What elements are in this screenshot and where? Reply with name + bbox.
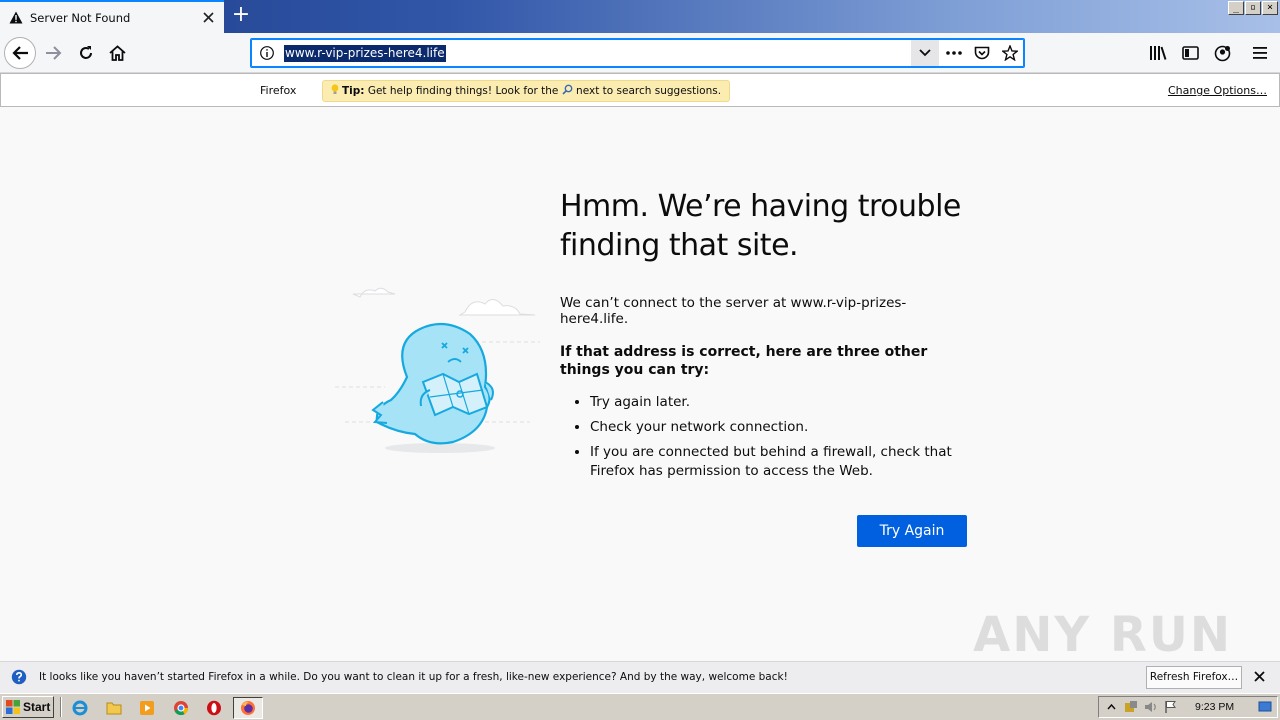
forward-arrow-icon <box>46 46 62 60</box>
notification-close-icon[interactable] <box>1250 668 1268 686</box>
back-arrow-icon <box>12 46 28 60</box>
refresh-firefox-button[interactable]: Refresh Firefox… <box>1146 666 1242 689</box>
error-description: We can’t connect to the server at www.r-… <box>560 295 907 327</box>
pocket-button[interactable] <box>970 43 994 63</box>
tab-server-not-found[interactable]: Server Not Found <box>0 0 224 33</box>
firefox-icon <box>241 701 255 715</box>
ie-icon <box>72 700 88 716</box>
opera-launch-button[interactable] <box>199 697 229 719</box>
anyrun-watermark: ANY RUN <box>973 607 1232 663</box>
network-flag-icon[interactable] <box>1163 699 1179 715</box>
url-bar[interactable]: www.r-vip-prizes-here4.life <box>250 38 1025 68</box>
search-engine-label[interactable]: Firefox <box>260 84 296 97</box>
list-item: Try again later. <box>590 393 970 412</box>
suggestions-list: Try again later. Check your network conn… <box>560 393 970 481</box>
error-illustration <box>335 282 540 460</box>
account-icon <box>1214 45 1230 61</box>
tab-title: Server Not Found <box>30 10 131 25</box>
firefox-taskbar-button[interactable] <box>233 697 263 719</box>
taskbar-separator <box>60 697 62 717</box>
volume-icon[interactable] <box>1143 699 1159 715</box>
back-button[interactable] <box>4 37 36 69</box>
list-item: If you are connected but behind a firewa… <box>590 443 970 481</box>
chrome-icon <box>174 701 189 716</box>
notification-message: It looks like you haven’t started Firefo… <box>39 671 788 683</box>
reload-icon <box>80 46 92 59</box>
library-button[interactable] <box>1146 41 1170 65</box>
url-text[interactable]: www.r-vip-prizes-here4.life <box>284 45 446 62</box>
home-button[interactable] <box>101 37 133 69</box>
bookmark-star-button[interactable] <box>998 43 1022 63</box>
system-tray: 9:23 PM <box>1098 696 1278 718</box>
tip-label: Tip: <box>342 85 365 97</box>
start-label: Start <box>23 700 51 714</box>
restore-button[interactable]: ▫ <box>1245 1 1261 15</box>
window-controls: _ ▫ × <box>1228 1 1278 15</box>
library-icon <box>1150 46 1167 60</box>
account-button[interactable] <box>1210 41 1234 65</box>
hamburger-menu-icon <box>1253 47 1267 59</box>
try-again-button[interactable]: Try Again <box>857 515 967 547</box>
tip-text-after: next to search suggestions. <box>572 85 722 97</box>
change-options-link[interactable]: Change Options… <box>1168 84 1267 97</box>
explorer-launch-button[interactable] <box>99 697 129 719</box>
list-item: Check your network connection. <box>590 418 970 437</box>
start-button[interactable]: Start <box>2 696 54 718</box>
chevron-down-icon <box>919 49 931 57</box>
opera-icon <box>207 700 221 716</box>
close-window-button[interactable]: × <box>1262 1 1278 15</box>
home-icon <box>108 45 126 61</box>
warning-icon <box>8 10 24 26</box>
show-hidden-icons-icon[interactable] <box>1103 699 1119 715</box>
suggestions-title: If that address is correct, here are thr… <box>560 344 928 378</box>
tab-close-icon[interactable] <box>198 8 218 28</box>
search-tip: Tip: Get help finding things! Look for t… <box>322 80 731 102</box>
more-dots-icon <box>946 51 962 55</box>
question-icon <box>11 669 27 685</box>
media-player-launch-button[interactable] <box>132 697 162 719</box>
error-heading: Hmm. We’re having trouble finding that s… <box>560 189 961 263</box>
show-desktop-icon[interactable] <box>1257 699 1273 715</box>
media-player-icon <box>140 701 154 715</box>
sidebar-button[interactable] <box>1178 41 1202 65</box>
clock[interactable]: 9:23 PM <box>1195 701 1234 713</box>
pocket-icon <box>974 46 990 59</box>
reload-button[interactable] <box>70 37 102 69</box>
menu-button[interactable] <box>1248 41 1272 65</box>
error-content: Hmm. We’re having trouble finding that s… <box>560 187 970 487</box>
action-center-icon[interactable] <box>1123 699 1139 715</box>
error-page: Hmm. We’re having trouble finding that s… <box>0 107 1280 663</box>
windows-logo-icon <box>6 700 20 714</box>
page-actions-button[interactable] <box>942 43 966 63</box>
ie-launch-button[interactable] <box>65 697 95 719</box>
lightbulb-icon <box>331 82 339 94</box>
windows-taskbar: Start 9:23 PM <box>0 693 1280 720</box>
star-icon <box>1002 45 1018 61</box>
tip-text: Get help finding things! Look for the <box>364 85 562 97</box>
search-suggestions-bar: Firefox Tip: Get help finding things! Lo… <box>0 73 1280 107</box>
new-tab-button[interactable]: + <box>228 4 254 28</box>
magnifier-icon <box>562 82 573 95</box>
sidebar-icon <box>1181 46 1199 60</box>
navigation-toolbar: www.r-vip-prizes-here4.life <box>0 33 1280 73</box>
forward-button[interactable] <box>38 37 70 69</box>
chrome-launch-button[interactable] <box>166 697 196 719</box>
notification-bar: It looks like you haven’t started Firefo… <box>0 661 1280 693</box>
folder-icon <box>106 702 122 715</box>
site-info-icon[interactable] <box>259 45 275 61</box>
minimize-button[interactable]: _ <box>1228 1 1244 15</box>
tab-strip: Server Not Found + _ ▫ × <box>0 0 1280 33</box>
url-dropdown-button[interactable] <box>911 40 939 66</box>
